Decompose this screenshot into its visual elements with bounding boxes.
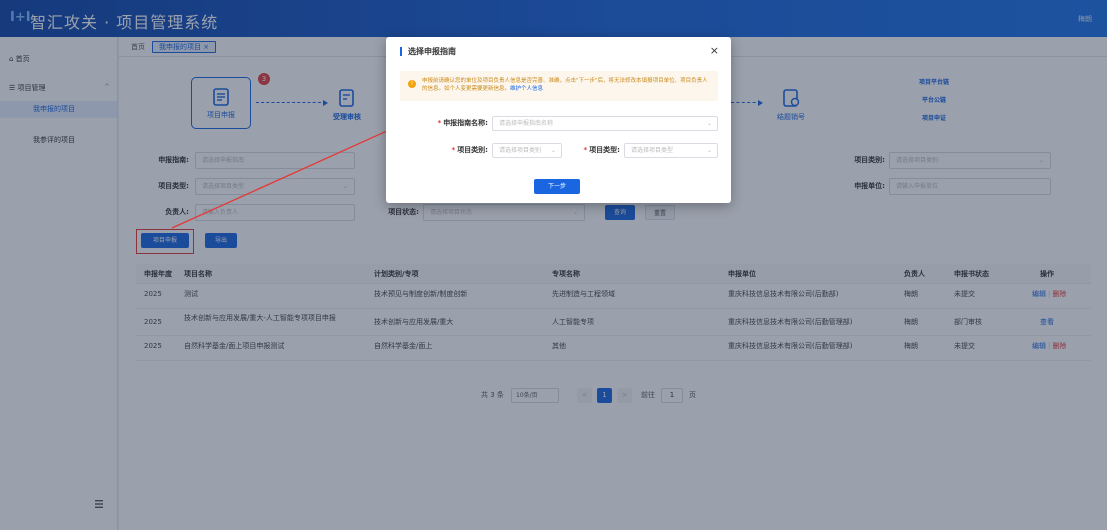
project-category-select[interactable]: 请选择项目类别 ⌄ xyxy=(492,143,562,158)
project-type-select[interactable]: 请选择项目类型 ⌄ xyxy=(624,143,718,158)
select-guide-dialog: 选择申报指南 × ! 申报前请确认您的单位及项目负责人信息是否完善、准确，点击"… xyxy=(386,37,731,203)
dialog-title: 选择申报指南 xyxy=(400,47,456,56)
close-icon[interactable]: × xyxy=(710,44,719,57)
notice-text: 申报前请确认您的单位及项目负责人信息是否完善、准确，点击"下一步"后，将无法修改… xyxy=(422,78,708,92)
project-category-label: * 项目类别: xyxy=(451,146,488,154)
project-type-label: * 项目类型: xyxy=(583,146,620,154)
next-step-button[interactable]: 下一步 xyxy=(534,179,580,194)
guide-name-select[interactable]: 请选择申报指南名称 ⌄ xyxy=(492,116,718,131)
warning-icon: ! xyxy=(408,80,416,88)
notice-box: ! 申报前请确认您的单位及项目负责人信息是否完善、准确，点击"下一步"后，将无法… xyxy=(400,71,718,101)
maintain-info-link[interactable]: 维护个人信息 xyxy=(510,86,543,92)
guide-name-label: * 申报指南名称: xyxy=(437,119,488,127)
